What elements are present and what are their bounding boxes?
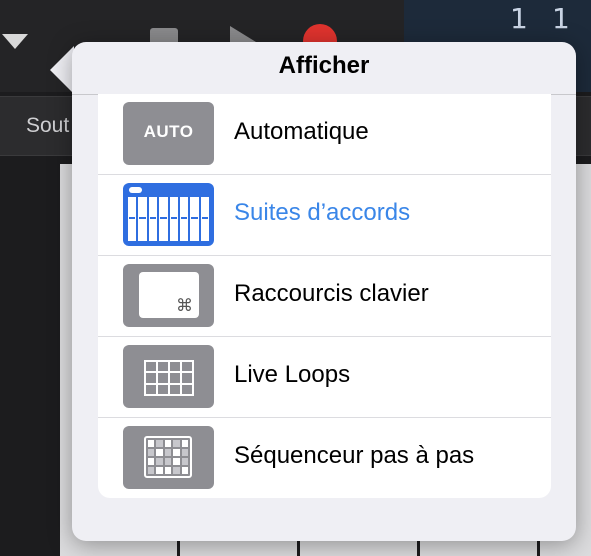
live-loops-grid-icon <box>123 345 214 408</box>
lcd-counter-bar: 1 <box>510 2 528 35</box>
menu-item-keyboard-shortcuts[interactable]: ⌘ Raccourcis clavier <box>98 256 551 337</box>
automation-icon-text: AUTO <box>143 122 194 141</box>
view-options-list: AUTO Automatique Suites d’accords ⌘ Racc… <box>98 94 551 498</box>
menu-item-automation[interactable]: AUTO Automatique <box>98 94 551 175</box>
automation-icon: AUTO <box>123 102 214 165</box>
chord-strips-icon <box>123 183 214 246</box>
menu-item-step-sequencer[interactable]: Séquenceur pas à pas <box>98 418 551 498</box>
keyboard-shortcuts-icon: ⌘ <box>123 264 214 327</box>
menu-item-chord-strips[interactable]: Suites d’accords <box>98 175 551 256</box>
popover-arrow <box>50 46 74 94</box>
command-key-glyph: ⌘ <box>176 296 193 316</box>
menu-item-label: Raccourcis clavier <box>234 280 429 307</box>
menu-item-label: Live Loops <box>234 361 351 388</box>
menu-item-label: Automatique <box>234 118 369 145</box>
menu-item-label: Séquenceur pas à pas <box>234 442 475 469</box>
menu-item-label: Suites d’accords <box>234 199 411 226</box>
view-popover: Afficher AUTO Automatique Suites d’accor… <box>72 42 576 541</box>
secondary-toolbar-label[interactable]: Sout <box>26 114 69 138</box>
step-sequencer-icon <box>123 426 214 489</box>
lcd-counter-beat: 1 <box>552 2 570 35</box>
popover-title: Afficher <box>278 52 370 79</box>
view-menu-triangle-icon[interactable] <box>2 34 28 49</box>
menu-item-live-loops[interactable]: Live Loops <box>98 337 551 418</box>
